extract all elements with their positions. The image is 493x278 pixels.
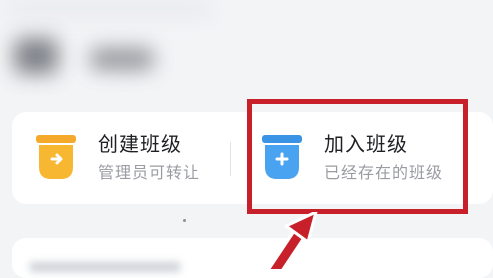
blurred-top-strip [4, 0, 214, 18]
pointer-arrow [266, 210, 340, 278]
bottom-card [12, 238, 493, 278]
options-divider [230, 142, 231, 176]
create-class-title: 创建班级 [98, 132, 182, 156]
cup-arrow-icon [34, 133, 78, 183]
cup-plus-icon [260, 133, 304, 183]
blurred-header [0, 0, 493, 110]
join-class-title: 加入班级 [324, 132, 408, 156]
join-class-subtitle: 已经存在的班级 [324, 163, 444, 182]
create-class-subtitle: 管理员可转让 [98, 163, 201, 182]
blurred-username [90, 48, 154, 70]
dot-marker [183, 219, 186, 222]
blurred-avatar [14, 38, 58, 74]
blurred-bottom-text [30, 262, 180, 272]
class-actions-card: 创建班级 管理员可转让 加入班级 已经存在的班级 [12, 112, 493, 204]
create-class-option[interactable]: 创建班级 管理员可转让 [34, 112, 234, 204]
join-class-option[interactable]: 加入班级 已经存在的班级 [260, 112, 480, 204]
